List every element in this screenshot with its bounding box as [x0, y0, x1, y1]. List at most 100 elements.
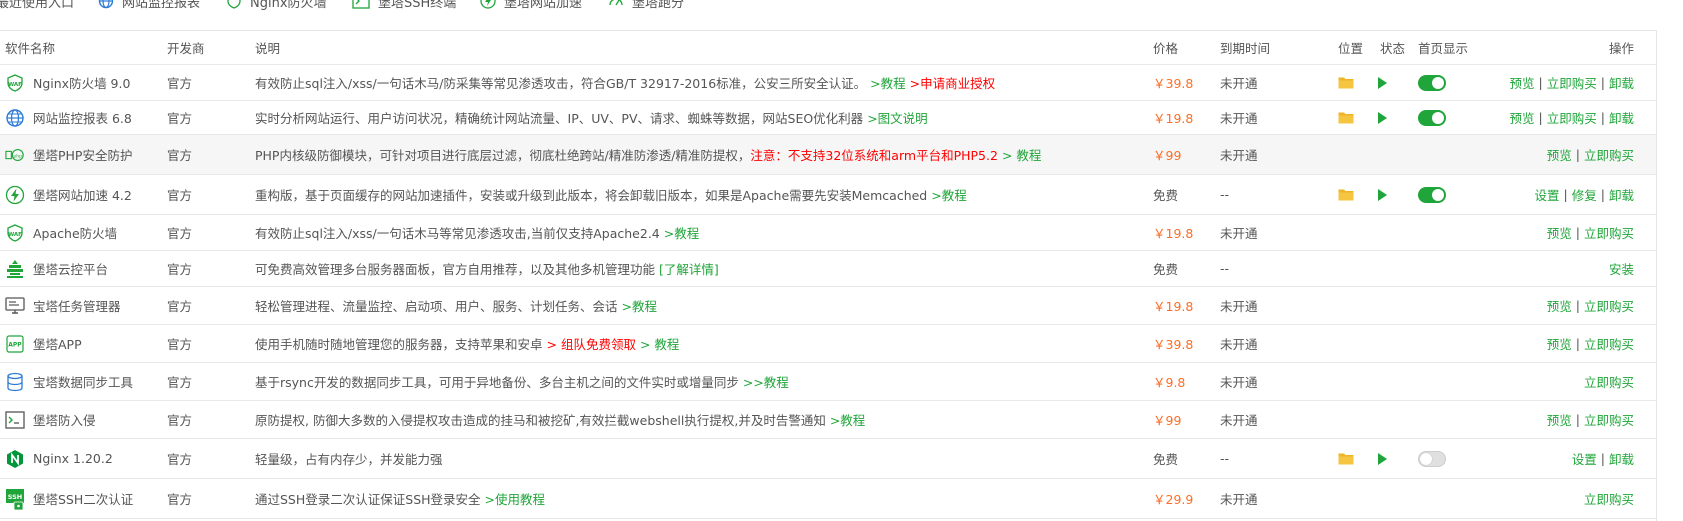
software-name: 宝塔数据同步工具	[33, 375, 134, 390]
terminal-icon	[352, 0, 370, 9]
status-cell	[1378, 215, 1408, 250]
tutorial-link[interactable]: >教程	[664, 223, 699, 242]
tutorial-link[interactable]: >教程	[870, 73, 905, 92]
developer: 官方	[167, 492, 193, 507]
quick-access-item[interactable]: 最近使用入口	[0, 0, 74, 11]
tutorial-link[interactable]: >>教程	[743, 372, 789, 391]
play-icon[interactable]	[1378, 111, 1387, 124]
software-name-cell: 堡塔防入侵	[5, 401, 160, 438]
description-text: 实时分析网站运行、用户访问状况，精确统计网站流量、IP、UV、PV、请求、蜘蛛等…	[255, 111, 864, 126]
tutorial-link[interactable]: >使用教程	[485, 489, 545, 508]
action-link[interactable]: 卸载	[1609, 73, 1634, 92]
ops-separator: |	[1538, 110, 1543, 125]
actions-cell: 设置 | 卸载	[1414, 439, 1634, 478]
action-link[interactable]: 预览	[1547, 296, 1572, 315]
price: ￥19.8	[1153, 111, 1194, 126]
status-cell	[1378, 287, 1408, 324]
header-ops: 操作	[1608, 41, 1634, 56]
action-link[interactable]: 预览	[1547, 223, 1572, 242]
folder-icon[interactable]	[1338, 111, 1354, 124]
action-link[interactable]: 设置	[1572, 449, 1597, 468]
description-cell: 原防提权, 防御大多数的入侵提权攻击造成的挂马和被挖矿,有效拦截webshell…	[255, 401, 1145, 438]
play-icon[interactable]	[1378, 452, 1387, 465]
task-manager-icon	[5, 296, 25, 316]
svg-text:WAF: WAF	[8, 82, 22, 88]
php-shield-icon: php	[5, 145, 25, 165]
quick-access-item[interactable]: 堡塔网站加速	[480, 0, 582, 11]
action-link[interactable]: 预览	[1547, 410, 1572, 429]
action-link[interactable]: 卸载	[1609, 449, 1634, 468]
action-link[interactable]: 立即购买	[1547, 108, 1597, 127]
folder-icon[interactable]	[1338, 452, 1354, 465]
tutorial-link[interactable]: > 教程	[640, 334, 679, 353]
quick-access-item[interactable]: 网站监控报表	[98, 0, 200, 11]
tutorial-link[interactable]: [了解详情]	[659, 259, 719, 278]
tutorial-link[interactable]: >图文说明	[867, 108, 927, 127]
action-link[interactable]: 立即购买	[1584, 372, 1634, 391]
quick-access-item[interactable]: Nginx防火墙	[226, 0, 327, 11]
location-cell	[1338, 363, 1368, 400]
tutorial-link[interactable]: >教程	[931, 185, 966, 204]
software-name-cell: php 堡塔PHP安全防护	[5, 135, 160, 174]
tutorial-link[interactable]: > 教程	[1002, 145, 1041, 164]
license-link[interactable]: >申请商业授权	[910, 73, 995, 92]
quick-access-item[interactable]: 堡塔跑分	[608, 0, 684, 11]
action-link[interactable]: 卸载	[1609, 108, 1634, 127]
action-link[interactable]: 预览	[1547, 334, 1572, 353]
action-link[interactable]: 立即购买	[1584, 223, 1634, 242]
description-text: 原防提权, 防御大多数的入侵提权攻击造成的挂马和被挖矿,有效拦截webshell…	[255, 413, 826, 428]
description-text: 轻松管理进程、流量监控、启动项、用户、服务、计划任务、会话	[255, 299, 618, 314]
svg-text:APP: APP	[8, 341, 22, 348]
action-link[interactable]: 立即购买	[1584, 334, 1634, 353]
folder-icon[interactable]	[1338, 76, 1354, 89]
developer: 官方	[167, 188, 193, 203]
play-icon[interactable]	[1378, 188, 1387, 201]
quick-access-label: 堡塔网站加速	[504, 0, 583, 11]
globe-icon	[5, 108, 25, 128]
header-dev: 开发商	[167, 41, 205, 56]
software-name-cell: WAF Nginx防火墙 9.0	[5, 65, 160, 100]
action-link[interactable]: 预览	[1510, 108, 1535, 127]
promo-link[interactable]: > 组队免费领取	[547, 334, 636, 353]
actions-cell: 预览 | 立即购买	[1414, 325, 1634, 362]
location-cell	[1338, 439, 1368, 478]
header-desc: 说明	[255, 41, 281, 56]
quick-access-item[interactable]: 堡塔SSH终端	[352, 0, 456, 11]
play-icon[interactable]	[1378, 76, 1387, 89]
action-link[interactable]: 立即购买	[1584, 145, 1634, 164]
action-link[interactable]: 设置	[1535, 185, 1560, 204]
table-row: 堡塔防入侵 官方 原防提权, 防御大多数的入侵提权攻击造成的挂马和被挖矿,有效拦截w…	[0, 401, 1656, 439]
description-cell: 重构版，基于页面缓存的网站加速插件，安装或升级到此版本，将会卸载旧版本，如果是A…	[255, 175, 1145, 214]
action-link[interactable]: 预览	[1547, 145, 1572, 164]
description-cell: 轻松管理进程、流量监控、启动项、用户、服务、计划任务、会话 >教程	[255, 287, 1145, 324]
expire-time: --	[1220, 451, 1230, 466]
tutorial-link[interactable]: >教程	[830, 410, 865, 429]
table-row: SSH 堡塔SSH二次认证 官方 通过SSH登录二次认证保证SSH登录安全 >使用教程 ￥…	[0, 479, 1656, 519]
action-link[interactable]: 立即购买	[1584, 489, 1634, 508]
action-link[interactable]: 安装	[1609, 259, 1634, 278]
action-link[interactable]: 立即购买	[1584, 410, 1634, 429]
folder-icon[interactable]	[1338, 188, 1354, 201]
expire-time: 未开通	[1220, 76, 1258, 91]
software-name-cell: APP 堡塔APP	[5, 325, 160, 362]
developer: 官方	[167, 76, 193, 91]
lightning-icon	[5, 185, 25, 205]
location-cell	[1338, 401, 1368, 438]
price: ￥19.8	[1153, 299, 1194, 314]
table-right-border	[1656, 30, 1657, 521]
svg-text:php: php	[13, 153, 22, 159]
location-cell	[1338, 65, 1368, 100]
price: ￥9.8	[1153, 375, 1186, 390]
header-name: 软件名称	[5, 41, 56, 56]
action-link[interactable]: 立即购买	[1547, 73, 1597, 92]
table-row: WAF Apache防火墙 官方 有效防止sql注入/xss/一句话木马等常见渗透攻击…	[0, 215, 1656, 251]
action-link[interactable]: 立即购买	[1584, 296, 1634, 315]
tutorial-link[interactable]: >教程	[622, 296, 657, 315]
action-link[interactable]: 修复	[1572, 185, 1597, 204]
software-name-cell: 宝塔数据同步工具	[5, 363, 160, 400]
action-link[interactable]: 预览	[1510, 73, 1535, 92]
ops-separator: |	[1600, 75, 1605, 90]
action-link[interactable]: 卸载	[1609, 185, 1634, 204]
price: ￥99	[1153, 413, 1182, 428]
software-name: 网站监控报表 6.8	[33, 111, 132, 126]
